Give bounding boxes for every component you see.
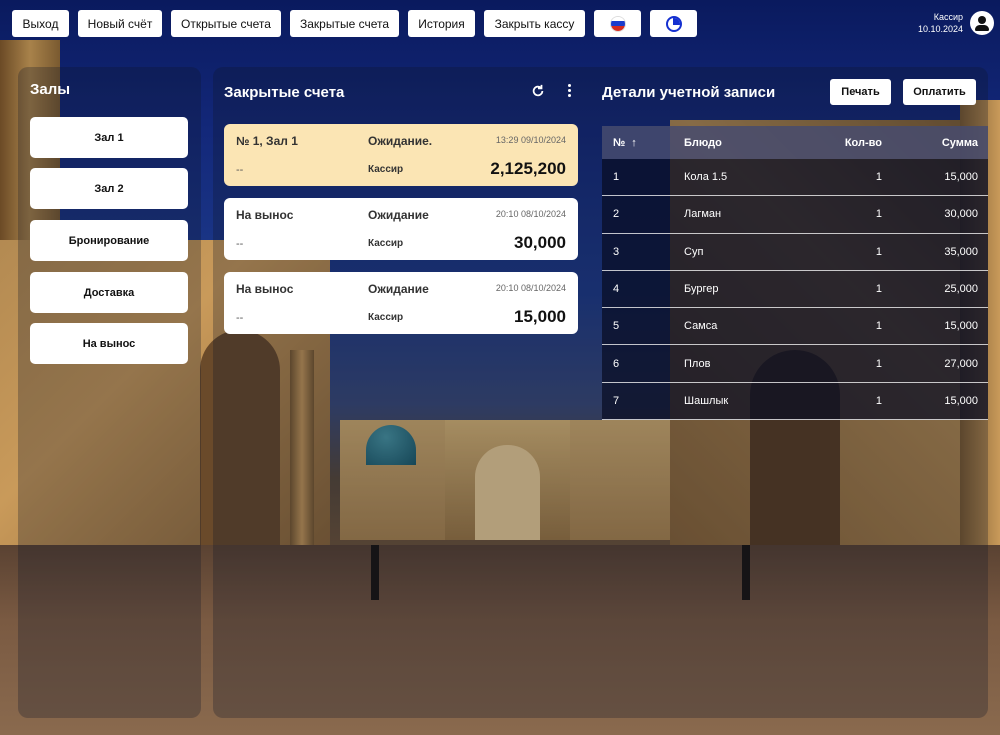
row-dish: Плов (684, 357, 711, 370)
table-row[interactable]: 5 Самса 1 15,000 (602, 308, 988, 346)
row-qty: 1 (875, 394, 882, 407)
row-sum: 15,000 (944, 171, 978, 184)
user-avatar-icon[interactable] (970, 11, 994, 35)
row-dish: Бургер (684, 283, 719, 296)
row-number: 2 (613, 208, 620, 221)
table-row[interactable]: 1 Кола 1.5 1 15,000 (602, 159, 988, 197)
refresh-icon[interactable] (531, 84, 545, 98)
check-role: Кассир (368, 238, 404, 249)
check-card[interactable]: № 1, Зал 1 Ожидание. 13:29 09/10/2024 --… (224, 124, 578, 186)
check-sum: 2,125,200 (490, 159, 566, 178)
sort-ascending-icon: ↑ (631, 136, 637, 149)
check-note: -- (236, 238, 244, 250)
theme-icon (665, 15, 682, 32)
table-row[interactable]: 6 Плов 1 27,000 (602, 345, 988, 383)
account-details-title: Детали учетной записи (602, 84, 776, 101)
column-header-dish[interactable]: Блюдо (672, 137, 822, 149)
row-dish: Самса (684, 320, 718, 333)
booking-button[interactable]: Бронирование (30, 220, 188, 261)
check-sum: 30,000 (514, 233, 566, 252)
check-name: На вынос (236, 282, 294, 296)
open-checks-button[interactable]: Открытые счета (171, 10, 281, 37)
row-sum: 15,000 (944, 394, 978, 407)
main-panel: Закрытые счета № 1, Зал 1 Ожидание. 13:2… (213, 67, 988, 718)
row-dish: Шашлык (684, 394, 729, 407)
check-status: Ожидание (368, 208, 429, 222)
takeaway-button[interactable]: На вынос (30, 323, 188, 364)
check-status: Ожидание. (368, 134, 433, 148)
check-note: -- (236, 164, 244, 176)
user-role: Кассир (933, 12, 963, 22)
check-note: -- (236, 312, 244, 324)
close-register-button[interactable]: Закрыть кассу (484, 10, 585, 37)
closed-checks-button[interactable]: Закрытые счета (290, 10, 399, 37)
halls-panel: Залы Зал 1 Зал 2 Бронирование Доставка Н… (18, 67, 201, 718)
current-date: 10.10.2024 (917, 24, 963, 34)
top-toolbar: Выход Новый счёт Открытые счета Закрытые… (0, 0, 1000, 46)
row-number: 7 (613, 394, 620, 407)
check-time: 13:29 09/10/2024 (495, 135, 566, 145)
row-dish: Кола 1.5 (684, 171, 728, 184)
column-header-number[interactable]: № ↑ (602, 137, 672, 149)
pay-button[interactable]: Оплатить (903, 79, 976, 105)
row-number: 5 (613, 320, 620, 333)
language-button[interactable] (594, 10, 641, 37)
row-dish: Суп (684, 245, 704, 258)
row-number: 1 (613, 171, 620, 184)
check-role: Кассир (368, 312, 404, 323)
check-card[interactable]: На вынос Ожидание 20:10 08/10/2024 -- Ка… (224, 198, 578, 260)
row-number: 3 (613, 245, 620, 258)
table-row[interactable]: 2 Лагман 1 30,000 (602, 196, 988, 234)
delivery-button[interactable]: Доставка (30, 272, 188, 313)
row-sum: 27,000 (944, 357, 978, 370)
column-header-qty[interactable]: Кол-во (822, 137, 882, 149)
row-dish: Лагман (684, 208, 722, 221)
row-qty: 1 (875, 283, 882, 296)
check-role: Кассир (368, 164, 404, 175)
table-row[interactable]: 7 Шашлык 1 15,000 (602, 382, 988, 421)
check-name: На вынос (236, 208, 294, 222)
exit-button[interactable]: Выход (12, 10, 69, 37)
hall-button-2[interactable]: Зал 2 (30, 168, 188, 209)
row-sum: 30,000 (944, 208, 978, 221)
hall-button-1[interactable]: Зал 1 (30, 117, 188, 158)
russia-flag-icon (609, 15, 626, 32)
check-time: 20:10 08/10/2024 (495, 209, 566, 219)
row-sum: 25,000 (944, 283, 978, 296)
user-info: Кассир 10.10.2024 (918, 11, 963, 35)
row-qty: 1 (875, 320, 882, 333)
check-sum: 15,000 (514, 307, 566, 326)
row-qty: 1 (875, 208, 882, 221)
row-sum: 15,000 (944, 320, 978, 333)
column-header-sum[interactable]: Сумма (882, 137, 988, 149)
table-header: № ↑ Блюдо Кол-во Сумма (602, 126, 988, 159)
row-number: 4 (613, 283, 620, 296)
row-number: 6 (613, 357, 620, 370)
table-row[interactable]: 3 Суп 1 35,000 (602, 233, 988, 271)
more-vertical-icon[interactable] (564, 83, 574, 99)
closed-checks-title: Закрытые счета (224, 84, 345, 101)
check-card[interactable]: На вынос Ожидание 20:10 08/10/2024 -- Ка… (224, 272, 578, 334)
row-qty: 1 (875, 171, 882, 184)
check-name: № 1, Зал 1 (236, 134, 298, 148)
history-button[interactable]: История (408, 10, 475, 37)
table-row[interactable]: 4 Бургер 1 25,000 (602, 270, 988, 309)
theme-button[interactable] (650, 10, 697, 37)
row-qty: 1 (875, 357, 882, 370)
halls-title: Залы (30, 81, 71, 98)
print-button[interactable]: Печать (830, 79, 891, 105)
row-sum: 35,000 (944, 245, 978, 258)
check-status: Ожидание (368, 282, 429, 296)
row-qty: 1 (875, 245, 882, 258)
new-check-button[interactable]: Новый счёт (78, 10, 162, 37)
order-items-table: № ↑ Блюдо Кол-во Сумма 1 Кола 1.5 1 15,00… (602, 126, 988, 421)
check-time: 20:10 08/10/2024 (495, 283, 566, 293)
